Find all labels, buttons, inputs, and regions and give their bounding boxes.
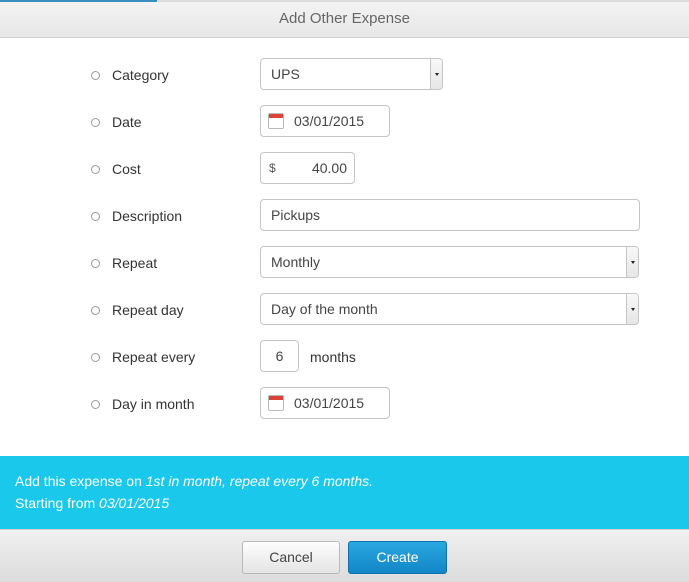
category-select[interactable]: UPS [260,58,443,90]
summary-prefix: Add this expense on [15,473,146,489]
repeat-every-row: Repeat every 6 months [0,340,689,374]
bullet-icon [91,259,100,268]
bullet-icon [91,400,100,409]
repeat-row: Repeat Monthly [0,246,689,280]
repeat-day-label: Repeat day [112,302,184,318]
dialog-footer: Cancel Create [0,529,689,582]
summary-start-prefix: Starting from [15,495,100,511]
bullet-icon [91,71,100,80]
bullet-icon [91,306,100,315]
repeat-every-value: 6 [275,348,284,364]
summary-start-date: 03/01/2015 [99,495,170,511]
repeat-day-row: Repeat day Day of the month [0,293,689,327]
dialog-header: Add Other Expense [0,0,689,38]
chevron-down-icon[interactable] [430,59,442,89]
bullet-icon [91,353,100,362]
calendar-icon[interactable] [268,113,284,129]
description-value: Pickups [271,207,321,223]
cost-value: 40.00 [311,160,347,176]
cost-row: Cost $ 40.00 [0,152,689,186]
description-input[interactable]: Pickups [260,199,640,231]
date-row: Date 03/01/2015 [0,105,689,139]
day-in-month-input[interactable]: 03/01/2015 [260,387,390,419]
category-value: UPS [271,66,300,82]
repeat-value: Monthly [271,254,321,270]
cancel-button[interactable]: Cancel [242,541,340,574]
create-button[interactable]: Create [348,541,447,574]
expense-summary: Add this expense on 1st in month, repeat… [0,456,689,529]
repeat-select[interactable]: Monthly [260,246,639,278]
dialog-title: Add Other Expense [279,10,410,27]
day-in-month-row: Day in month 03/01/2015 [0,387,689,421]
summary-line-2: Starting from 03/01/2015 [15,492,689,514]
header-accent-bar [0,0,157,2]
currency-symbol: $ [269,161,276,175]
summary-schedule: 1st in month, repeat every 6 months. [145,473,373,489]
chevron-down-icon[interactable] [626,294,638,324]
day-in-month-label: Day in month [112,396,195,412]
description-label: Description [112,208,183,224]
day-in-month-value: 03/01/2015 [294,395,365,411]
bullet-icon [91,165,100,174]
cost-label: Cost [112,161,141,177]
date-label: Date [112,114,142,130]
cost-input[interactable]: $ 40.00 [260,152,355,184]
repeat-day-value: Day of the month [271,301,378,317]
repeat-day-select[interactable]: Day of the month [260,293,639,325]
bullet-icon [91,118,100,127]
date-value: 03/01/2015 [294,113,365,129]
date-input[interactable]: 03/01/2015 [260,105,390,137]
repeat-every-label: Repeat every [112,349,196,365]
repeat-every-unit: months [310,349,356,365]
category-label: Category [112,67,169,83]
header-top-line [0,0,689,2]
calendar-icon[interactable] [268,395,284,411]
repeat-label: Repeat [112,255,158,271]
bullet-icon [91,212,100,221]
description-row: Description Pickups [0,199,689,233]
category-row: Category UPS [0,58,689,92]
repeat-every-input[interactable]: 6 [260,340,299,372]
chevron-down-icon[interactable] [626,247,638,277]
summary-line-1: Add this expense on 1st in month, repeat… [15,470,689,492]
expense-form: Category UPS Date 03/01/2015 Cost $ 40.0… [0,38,689,456]
